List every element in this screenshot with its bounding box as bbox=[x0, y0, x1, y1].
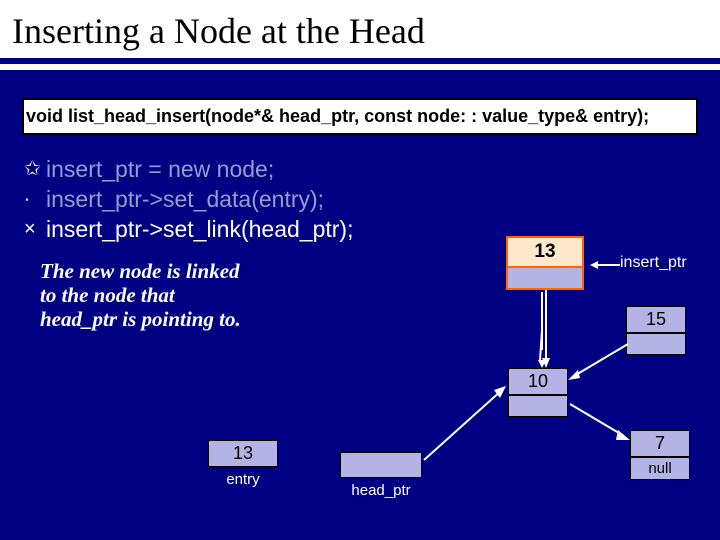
arrow-down-insert bbox=[540, 290, 552, 370]
caption-line: The new node is linked bbox=[40, 259, 320, 283]
bullet-text: insert_ptr->set_link(head_ptr); bbox=[46, 215, 353, 243]
node-7: 7 null bbox=[630, 430, 690, 480]
bullet-text: insert_ptr = new node; bbox=[46, 155, 274, 183]
arrow-headptr-to-10 bbox=[420, 384, 510, 464]
node-data-cell: 7 bbox=[630, 430, 690, 457]
dot-icon: ∙ bbox=[24, 185, 46, 213]
bullet-item: ∙ insert_ptr->set_data(entry); bbox=[24, 185, 720, 213]
star-icon: ✩ bbox=[24, 155, 46, 183]
caption-line: to the node that bbox=[40, 283, 320, 307]
arrow-10-to-7 bbox=[566, 400, 636, 444]
function-signature: void list_head_insert(node*& head_ptr, c… bbox=[22, 98, 698, 135]
cross-icon: × bbox=[24, 215, 46, 243]
node-link-cell: null bbox=[630, 457, 690, 480]
slide-title: Inserting a Node at the Head bbox=[0, 0, 720, 58]
head-ptr-label: head_ptr bbox=[340, 482, 422, 499]
arrow-insert-to-15 bbox=[540, 290, 630, 320]
node-data-cell: 13 bbox=[506, 236, 584, 268]
entry-box: 13 entry bbox=[208, 440, 278, 488]
node-insert: 13 bbox=[506, 236, 584, 294]
arrow-15-to-10 bbox=[566, 340, 636, 380]
node-data-cell: 10 bbox=[508, 368, 568, 395]
entry-label: entry bbox=[208, 471, 278, 488]
bullet-item: ✩ insert_ptr = new node; bbox=[24, 155, 720, 183]
caption-line: head_ptr is pointing to. bbox=[40, 307, 320, 331]
node-link-cell bbox=[508, 395, 568, 417]
insert-ptr-label: insert_ptr bbox=[620, 254, 687, 272]
node-data-cell: 15 bbox=[626, 306, 686, 333]
bullet-item: × insert_ptr->set_link(head_ptr); bbox=[24, 215, 720, 243]
entry-value: 13 bbox=[208, 440, 278, 467]
head-ptr-box: head_ptr bbox=[340, 452, 422, 499]
bullet-text: insert_ptr->set_data(entry); bbox=[46, 185, 324, 213]
title-gap bbox=[0, 64, 720, 70]
caption: The new node is linked to the node that … bbox=[40, 259, 320, 331]
node-10: 10 bbox=[508, 368, 568, 417]
arrow-insertptr-to-node bbox=[590, 262, 630, 268]
bullet-list: ✩ insert_ptr = new node; ∙ insert_ptr->s… bbox=[24, 155, 720, 243]
head-ptr-cell bbox=[340, 452, 422, 478]
